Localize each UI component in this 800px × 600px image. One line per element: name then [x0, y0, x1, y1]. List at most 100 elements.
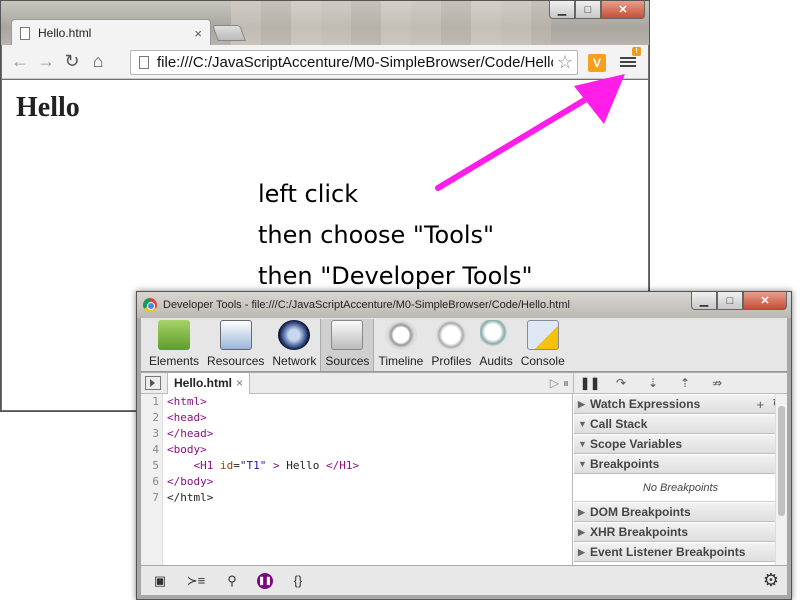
- network-icon: [278, 320, 311, 350]
- devtools-maximize-button[interactable]: □: [717, 292, 743, 310]
- code-token: <body>: [167, 443, 207, 456]
- debugger-sidebar-toggle-icon[interactable]: ▷: [550, 376, 559, 390]
- devtools-title: Developer Tools - file:///C:/JavaScriptA…: [163, 299, 570, 311]
- code-text: <head>: [163, 411, 207, 424]
- code-token: "T1": [239, 459, 267, 472]
- resources-icon: [219, 320, 252, 350]
- dom-breakpoints-pane[interactable]: ▶ DOM Breakpoints: [574, 502, 787, 522]
- tab-profiles[interactable]: Profiles: [427, 319, 475, 371]
- editor-tab-bar: Hello.html × ▷ ⏸: [141, 372, 573, 394]
- timeline-icon: [384, 320, 417, 350]
- code-token: id: [220, 459, 234, 472]
- code-line[interactable]: 2 <head>: [141, 410, 572, 426]
- devtools-window: Developer Tools - file:///C:/JavaScriptA…: [136, 291, 792, 600]
- back-button[interactable]: ←: [8, 50, 32, 74]
- extension-icon[interactable]: V: [588, 54, 606, 72]
- code-line[interactable]: 1 <html>: [141, 394, 572, 410]
- split-icon: ⏸: [562, 375, 569, 390]
- reload-button[interactable]: ↻: [60, 50, 84, 74]
- tab-resources[interactable]: Resources: [203, 319, 268, 371]
- debugger-toolbar: ❚❚ ↷ ⇣ ⇡ ⇏: [573, 373, 787, 394]
- step-over-icon[interactable]: ↷: [612, 376, 630, 390]
- scope-variables-pane[interactable]: ▼ Scope Variables: [574, 434, 787, 454]
- call-stack-pane[interactable]: ▼ Call Stack: [574, 414, 787, 434]
- line-number[interactable]: 7: [141, 490, 163, 506]
- step-into-icon[interactable]: ⇣: [644, 376, 662, 390]
- code-token: </html>: [167, 491, 214, 504]
- pause-icon[interactable]: ❚❚: [580, 376, 600, 390]
- page-info-icon[interactable]: [139, 56, 149, 69]
- xhr-breakpoints-pane[interactable]: ▶XHR Breakpoints +: [574, 522, 787, 542]
- code-token: </body>: [167, 475, 214, 488]
- code-text: <H1 id="T1" > Hello </H1>: [163, 459, 360, 472]
- forward-button[interactable]: →: [34, 50, 58, 74]
- code-token: >: [266, 459, 287, 472]
- tab-label: Hello.html: [38, 26, 92, 40]
- audits-icon: [480, 320, 513, 350]
- search-icon[interactable]: ⚲: [221, 571, 243, 591]
- code-text: <html>: [163, 395, 207, 408]
- tab-timeline[interactable]: Timeline: [374, 319, 427, 371]
- no-breakpoints-text: No Breakpoints: [574, 474, 787, 502]
- code-text: </body>: [163, 475, 213, 488]
- console-toggle-icon[interactable]: ≻≡: [185, 571, 207, 591]
- menu-icon[interactable]: [620, 55, 636, 71]
- sidebar-scrollbar[interactable]: [775, 394, 787, 565]
- line-number[interactable]: 5: [141, 458, 163, 474]
- event-listener-breakpoints-pane[interactable]: ▶ Event Listener Breakpoints: [574, 542, 787, 562]
- breakpoints-pane[interactable]: ▼ Breakpoints: [574, 454, 787, 474]
- code-token: <head>: [167, 411, 207, 424]
- annotation-line-2: then choose "Tools": [258, 221, 495, 249]
- code-token: <html>: [167, 395, 207, 408]
- step-out-icon[interactable]: ⇡: [676, 376, 694, 390]
- line-number[interactable]: 1: [141, 394, 163, 410]
- home-button[interactable]: ⌂: [86, 50, 110, 74]
- code-text: </html>: [163, 491, 213, 504]
- devtools-minimize-button[interactable]: ▁: [691, 292, 717, 310]
- bookmark-star-icon[interactable]: ☆: [553, 52, 577, 73]
- tab-console[interactable]: Console: [517, 319, 569, 371]
- tab-sources[interactable]: Sources: [320, 319, 375, 371]
- browser-toolbar: ← → ↻ ⌂ file:///C:/JavaScriptAccenture/M…: [2, 45, 648, 79]
- pause-on-exceptions-icon[interactable]: ❚❚: [257, 572, 273, 589]
- tab-elements[interactable]: Elements: [145, 319, 203, 371]
- code-line[interactable]: 7 </html>: [141, 490, 572, 506]
- devtools-status-bar: ▣ ≻≡ ⚲ ❚❚ {} ⚙: [141, 565, 787, 595]
- line-number[interactable]: 6: [141, 474, 163, 490]
- devtools-titlebar: Developer Tools - file:///C:/JavaScriptA…: [137, 292, 791, 318]
- page-heading: Hello: [16, 92, 80, 123]
- address-bar[interactable]: file:///C:/JavaScriptAccenture/M0-Simple…: [130, 50, 578, 75]
- code-line[interactable]: 4 <body>: [141, 442, 572, 458]
- code-line[interactable]: 5 <H1 id="T1" > Hello </H1>: [141, 458, 572, 474]
- tab-network[interactable]: Network: [268, 319, 320, 371]
- url-text[interactable]: file:///C:/JavaScriptAccenture/M0-Simple…: [157, 54, 553, 71]
- close-button[interactable]: ✕: [601, 1, 645, 19]
- chrome-logo-icon: [143, 298, 157, 312]
- pretty-print-icon[interactable]: {}: [287, 571, 309, 591]
- code-line[interactable]: 6 </body>: [141, 474, 572, 490]
- background-blur: [231, 1, 551, 45]
- line-number[interactable]: 4: [141, 442, 163, 458]
- new-tab-button[interactable]: [212, 25, 246, 41]
- gear-icon[interactable]: ⚙: [763, 570, 779, 591]
- browser-tab-hello[interactable]: Hello.html ×: [11, 19, 211, 46]
- line-number[interactable]: 3: [141, 426, 163, 442]
- navigator-toggle-icon[interactable]: [145, 376, 161, 390]
- deactivate-breakpoints-icon[interactable]: ⇏: [708, 376, 726, 390]
- devtools-close-button[interactable]: ✕: [743, 292, 787, 310]
- tab-close-icon[interactable]: ×: [194, 26, 202, 41]
- code-line[interactable]: 3 </head>: [141, 426, 572, 442]
- editor-tab-close-icon[interactable]: ×: [236, 376, 243, 390]
- watch-expressions-pane[interactable]: ▶Watch Expressions + ↻: [574, 394, 787, 414]
- dock-icon[interactable]: ▣: [149, 571, 171, 591]
- editor-tab-hello[interactable]: Hello.html ×: [167, 372, 251, 394]
- maximize-button[interactable]: □: [575, 1, 601, 19]
- minimize-button[interactable]: ▁: [549, 1, 575, 19]
- annotation-text: left click then choose "Tools" then "Dev…: [258, 174, 533, 297]
- profiles-icon: [435, 320, 468, 350]
- add-watch-icon[interactable]: +: [757, 397, 765, 412]
- code-editor[interactable]: 1 <html> 2 <head> 3 </head> 4 <body> 5 <H1 id="T…: [141, 394, 573, 565]
- tab-audits[interactable]: Audits: [475, 319, 516, 371]
- code-token: </head>: [167, 427, 214, 440]
- line-number[interactable]: 2: [141, 410, 163, 426]
